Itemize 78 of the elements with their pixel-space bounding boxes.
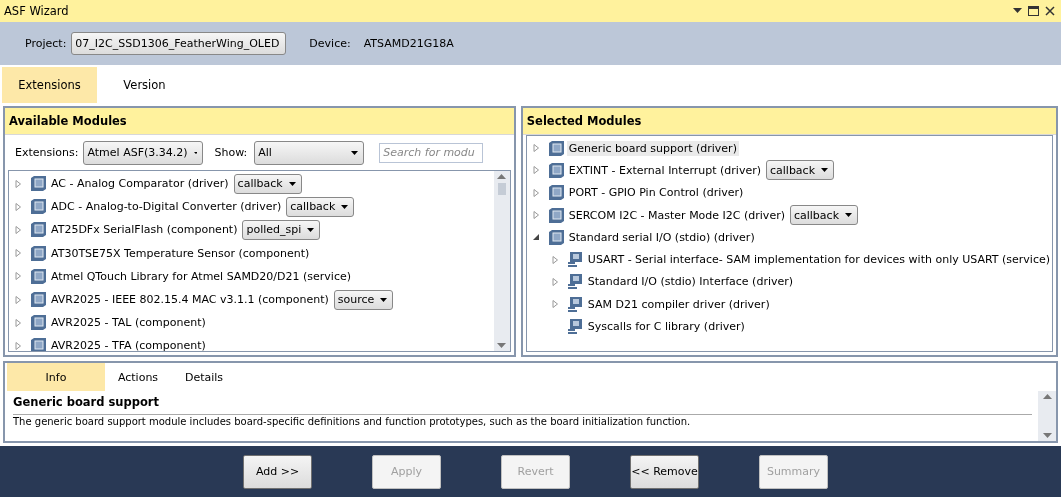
show-dropdown[interactable]: All (254, 140, 365, 165)
module-item[interactable]: USART - Serial interface- SAM implementation for devices with only USART (service) (585, 252, 1052, 268)
scroll-up-icon[interactable] (497, 174, 507, 179)
module-item[interactable]: Standard I/O (stdio) Interface (driver) (585, 274, 796, 290)
extensions-dropdown[interactable]: Atmel ASF(3.34.2) (83, 140, 204, 165)
expand-icon[interactable] (532, 144, 540, 153)
window-title: ASF Wizard (4, 4, 69, 18)
expand-icon[interactable] (15, 272, 22, 281)
extensions-label: Extensions: (15, 146, 79, 159)
option-dropdown[interactable]: polled_spi (242, 219, 321, 240)
scroll-down-icon[interactable] (497, 343, 507, 348)
wizard-button[interactable]: << Remove (630, 454, 699, 489)
module-item[interactable]: ADC - Analog-to-Digital Converter (driver) (49, 199, 284, 215)
module-item[interactable]: Syscalls for C library (driver) (585, 319, 747, 334)
device-label: Device: (309, 37, 351, 50)
module-item[interactable]: Generic board support (driver) (566, 140, 739, 156)
expand-icon[interactable] (532, 211, 540, 220)
module-item[interactable]: AT30TSE75X Temperature Sensor (component) (49, 245, 312, 261)
module-item[interactable]: AVR2025 - TAL (component) (49, 315, 208, 331)
tab[interactable]: Details (171, 363, 237, 391)
module-item[interactable]: Standard serial I/O (stdio) (driver) (566, 229, 757, 245)
option-dropdown[interactable]: source (333, 289, 394, 310)
maximize-icon[interactable] (1028, 6, 1039, 16)
module-item[interactable]: SAM D21 compiler driver (driver) (585, 296, 772, 312)
expand-icon[interactable] (15, 202, 22, 211)
scrollbar[interactable] (1038, 391, 1056, 441)
caret-icon (288, 181, 296, 186)
tab[interactable]: Version (97, 67, 192, 103)
scroll-down-icon[interactable] (1042, 433, 1052, 438)
module-item[interactable]: AVR2025 - TFA (component) (49, 338, 208, 351)
expand-icon[interactable] (15, 341, 22, 350)
close-icon[interactable] (1045, 6, 1055, 16)
search-field[interactable]: Search for modu (379, 142, 484, 163)
project-dropdown[interactable]: 07_I2C_SSD1306_FeatherWing_OLED (71, 32, 287, 55)
caret-icon (821, 168, 829, 173)
module-item[interactable]: Atmel QTouch Library for Atmel SAMD20/D21 (service) (49, 268, 353, 284)
device-value: ATSAMD21G18A (363, 37, 454, 50)
scrollbar[interactable] (493, 171, 510, 351)
caret-icon (193, 150, 198, 155)
scroll-up-icon[interactable] (1042, 394, 1052, 399)
project-label: Project: (25, 37, 67, 50)
wizard-button[interactable]: Add >> (243, 454, 312, 489)
collapse-icon[interactable] (532, 233, 540, 242)
option-dropdown[interactable]: callback (286, 196, 355, 217)
expand-icon[interactable] (15, 179, 22, 188)
tab[interactable]: Extensions (2, 67, 97, 103)
scroll-thumb[interactable] (497, 183, 506, 195)
caret-icon (351, 150, 359, 155)
module-item[interactable]: AVR2025 - IEEE 802.15.4 MAC v3.1.1 (component) (49, 292, 331, 308)
option-dropdown[interactable]: callback (233, 173, 302, 194)
option-dropdown[interactable]: callback (789, 205, 858, 226)
module-item[interactable]: PORT - GPIO Pin Control (driver) (566, 185, 746, 201)
expand-icon[interactable] (15, 225, 22, 234)
expand-icon[interactable] (551, 255, 559, 264)
option-dropdown[interactable]: callback (766, 160, 835, 181)
caret-icon (307, 227, 315, 232)
info-heading: Generic board support (13, 395, 161, 409)
expand-icon[interactable] (15, 249, 22, 258)
tab[interactable]: Actions (105, 363, 171, 391)
panel-title: Selected Modules (522, 108, 1056, 135)
caret-icon (380, 297, 388, 302)
expand-icon[interactable] (532, 188, 540, 197)
expand-icon[interactable] (15, 318, 22, 327)
dropdown-icon[interactable] (1013, 8, 1022, 14)
tab[interactable]: Info (7, 363, 105, 391)
expand-icon[interactable] (532, 166, 540, 175)
show-label: Show: (214, 146, 248, 159)
info-description: The generic board support module includes board-specific definitions and function prototypes, such as the board initialization function. (13, 414, 1032, 427)
caret-icon (845, 213, 852, 218)
expand-icon[interactable] (15, 295, 22, 304)
caret-icon (341, 204, 349, 209)
panel-title: Available Modules (5, 108, 514, 135)
module-item[interactable]: AC - Analog Comparator (driver) (49, 176, 231, 192)
module-item[interactable]: SERCOM I2C - Master Mode I2C (driver) (566, 207, 787, 223)
module-item[interactable]: EXTINT - External Interrupt (driver) (566, 162, 763, 178)
module-item[interactable]: AT25DFx SerialFlash (component) (49, 222, 240, 238)
expand-icon[interactable] (551, 277, 559, 286)
expand-icon[interactable] (551, 300, 559, 309)
